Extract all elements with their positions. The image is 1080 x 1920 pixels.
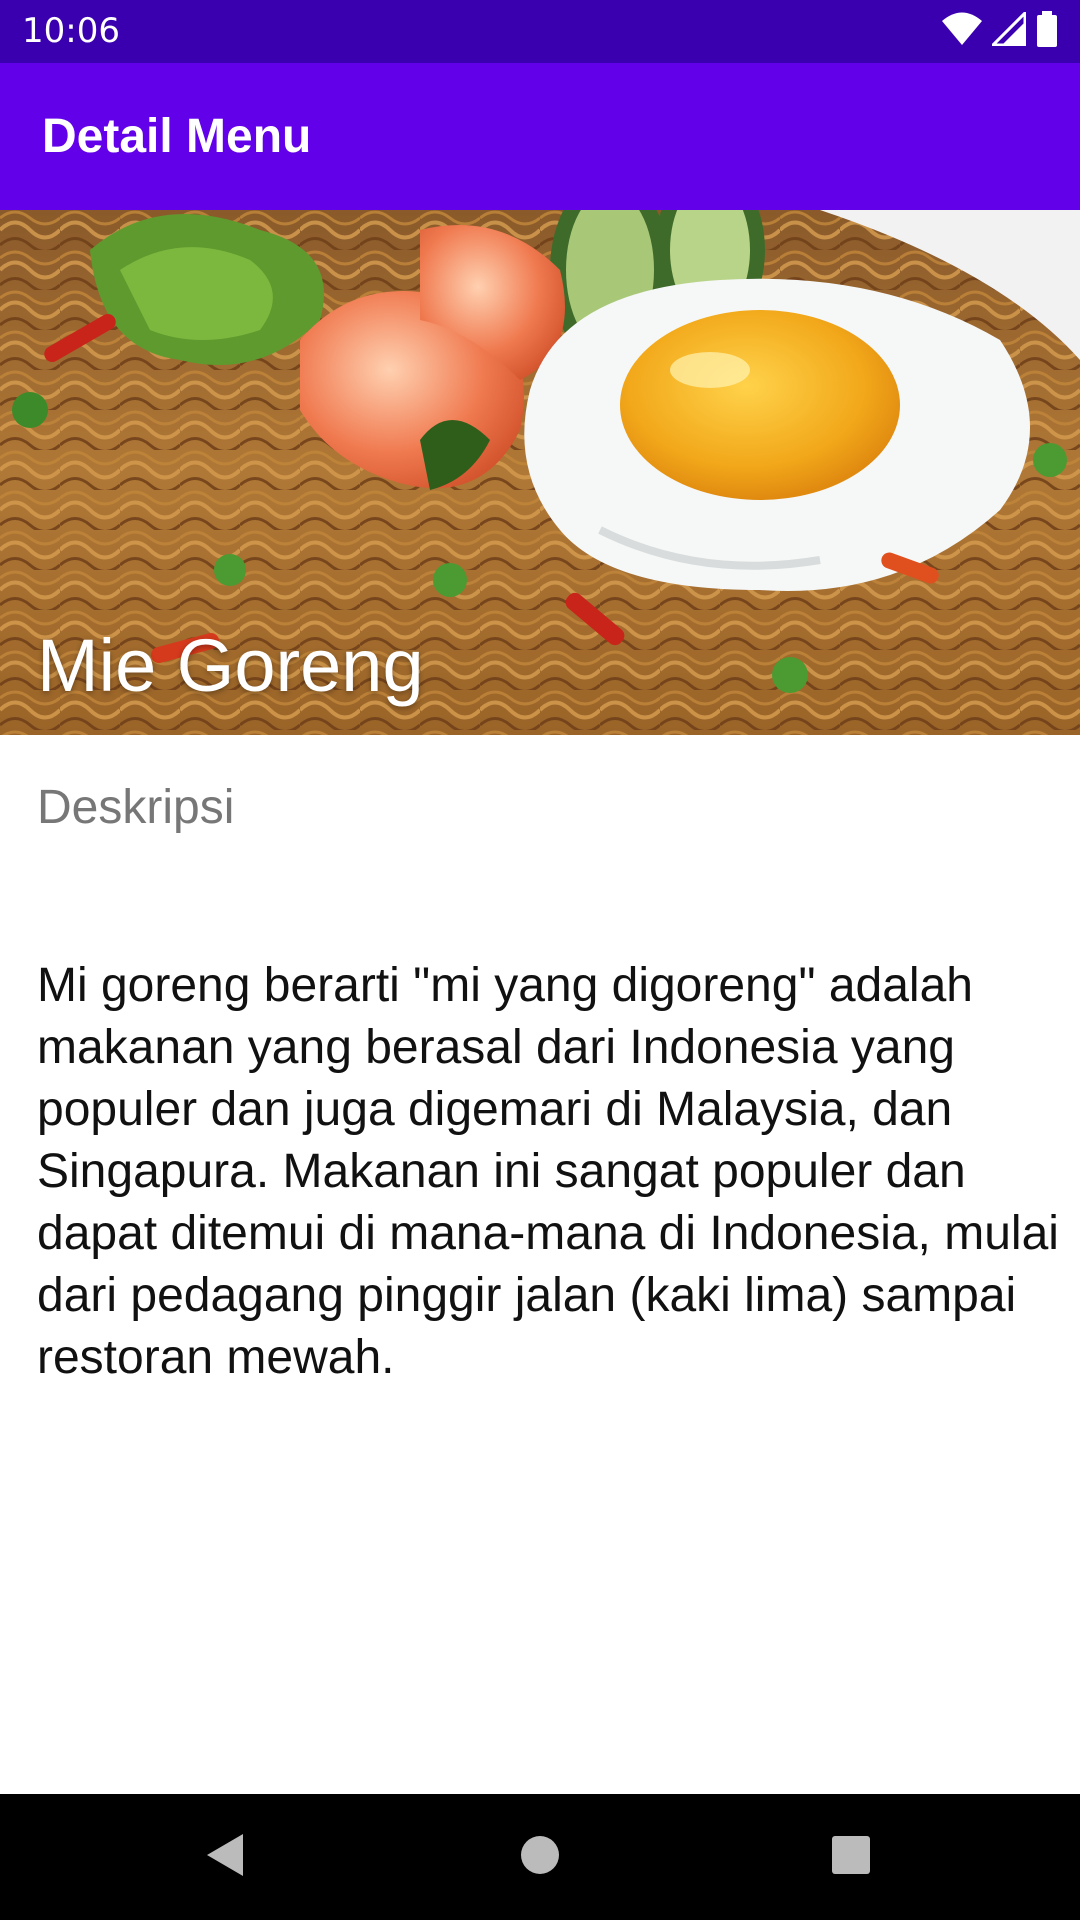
cellular-signal-icon (989, 9, 1027, 50)
description-text: Mi goreng berarti "mi yang digoreng" ada… (37, 959, 1059, 1384)
hero-image: Mie Goreng (0, 210, 1080, 735)
home-button[interactable] (505, 1822, 575, 1892)
app-bar: Detail Menu (0, 63, 1080, 210)
wifi-icon (942, 12, 982, 50)
recents-button[interactable] (816, 1822, 886, 1892)
back-icon (205, 1832, 245, 1882)
recents-icon (831, 1835, 871, 1879)
battery-icon (1036, 11, 1058, 51)
back-button[interactable] (190, 1822, 260, 1892)
navigation-bar (0, 1794, 1080, 1920)
description-label: Deskripsi (37, 781, 235, 834)
status-bar: 10:06 (0, 0, 1080, 63)
status-time: 10:06 (22, 11, 120, 51)
detail-screen: 10:06 Detail Menu Mie Goreng Deskripsi M… (0, 0, 1080, 1920)
menu-title: Mie Goreng (37, 624, 424, 707)
app-bar-title: Detail Menu (42, 110, 312, 163)
home-icon (520, 1835, 560, 1879)
status-icons (942, 9, 1058, 51)
